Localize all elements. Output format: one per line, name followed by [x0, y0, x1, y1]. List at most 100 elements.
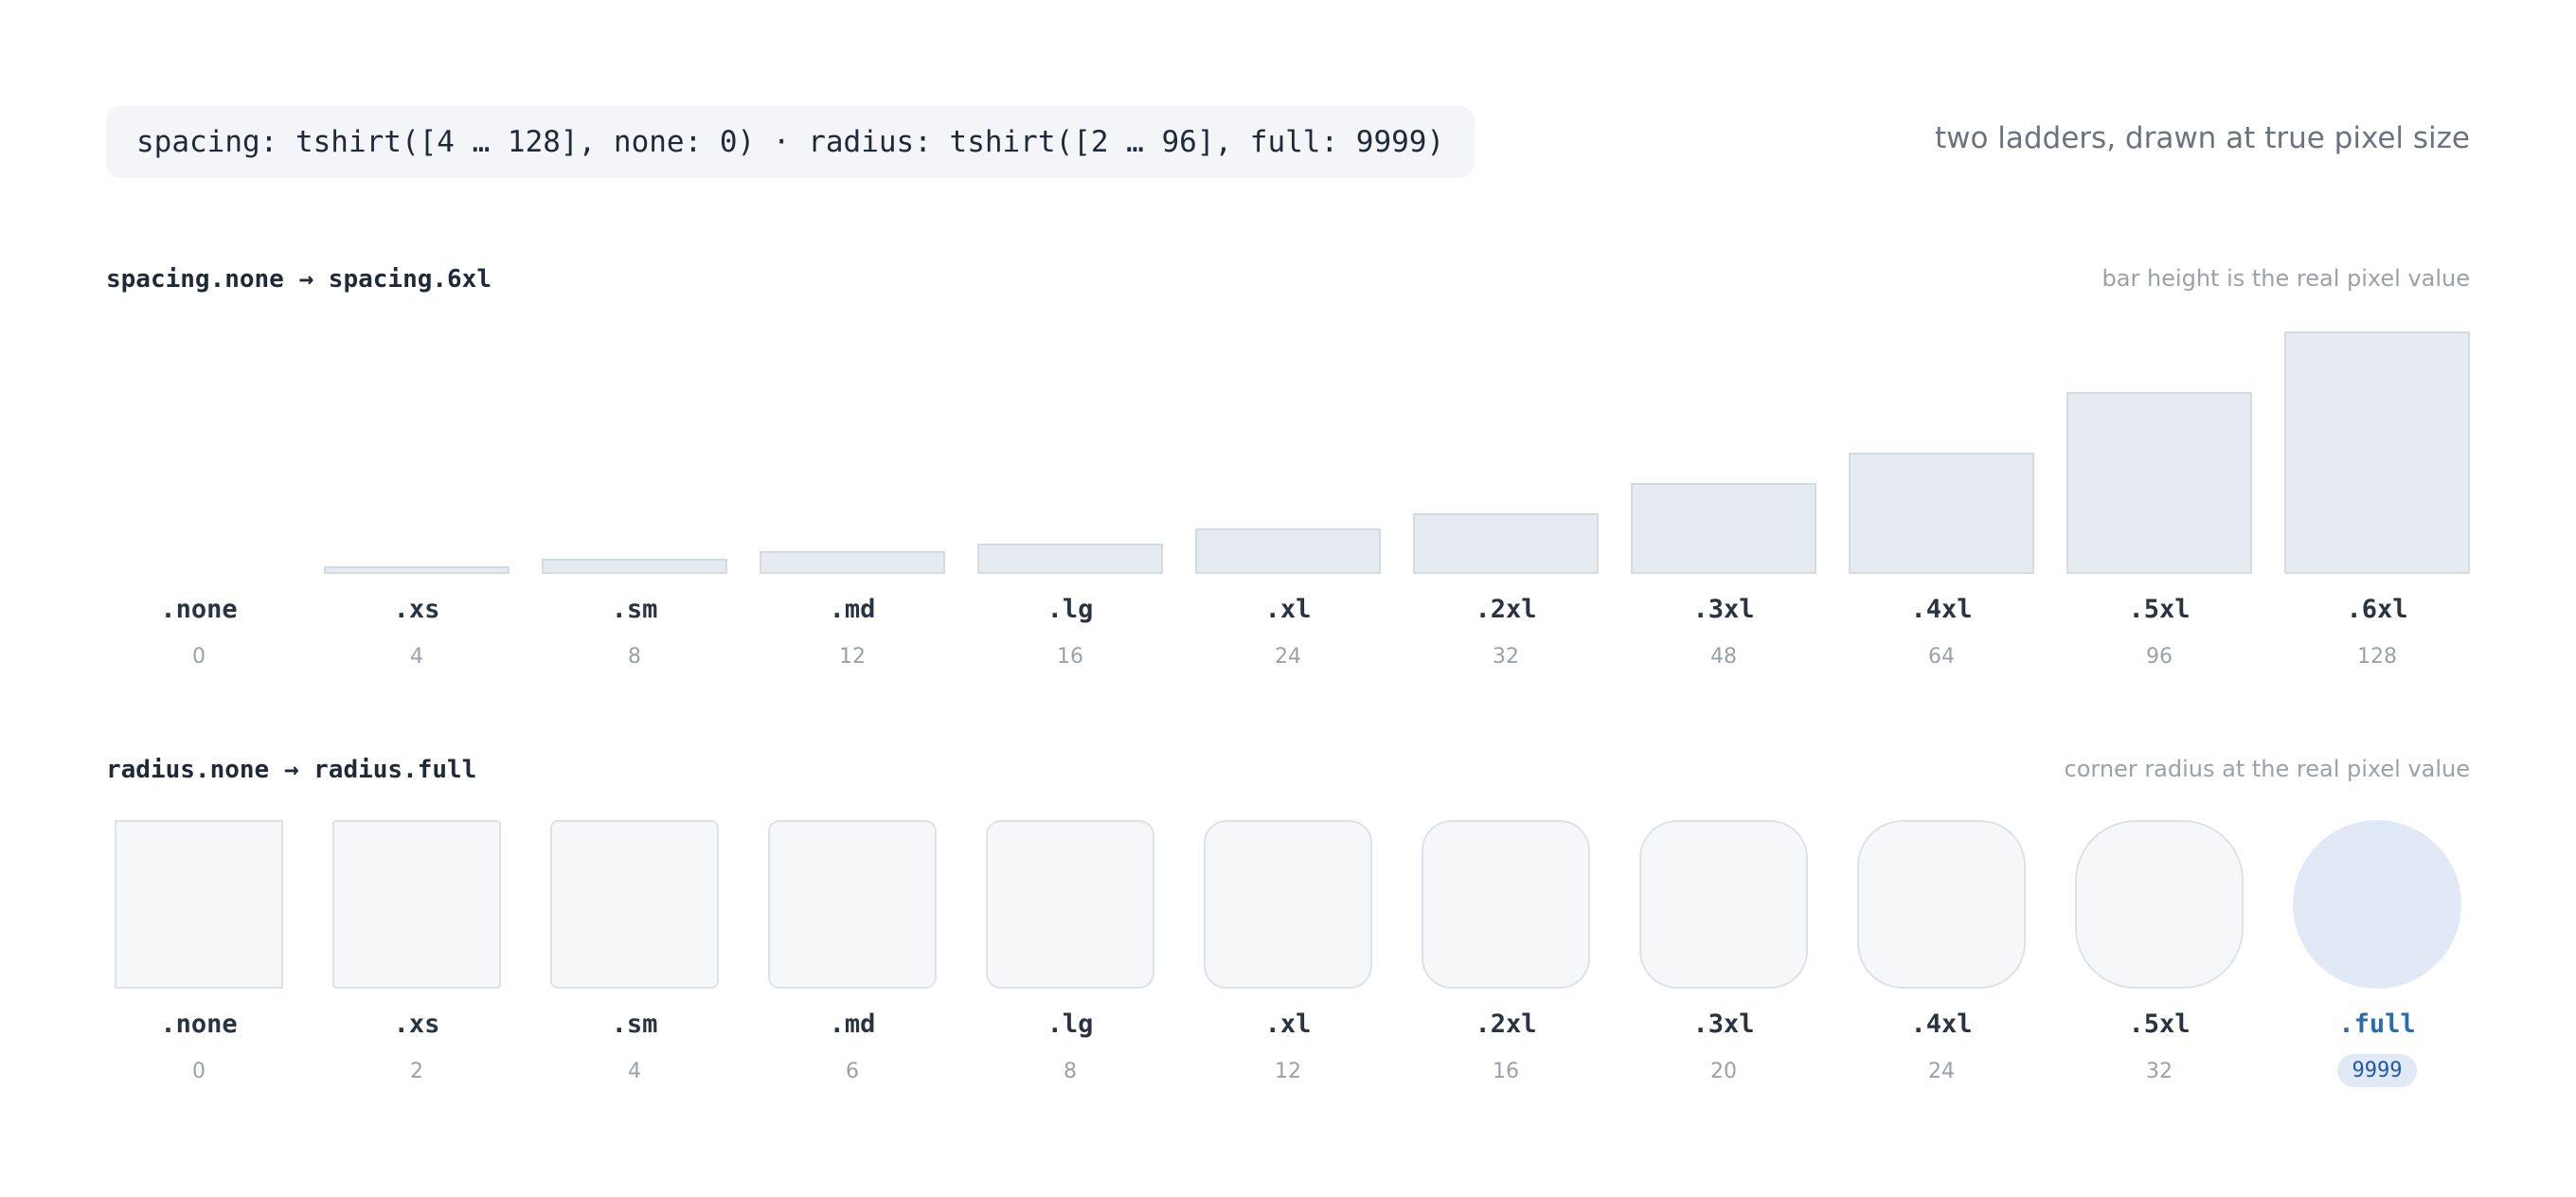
radius-value-label: 24	[1928, 1060, 1955, 1083]
spacing-column	[106, 284, 292, 574]
spacing-column	[1413, 284, 1599, 574]
radius-swatch	[986, 820, 1154, 989]
radius-value-label: 12	[1275, 1060, 1301, 1083]
spacing-label-group: .4xl 64	[1849, 595, 2034, 669]
spacing-value-label: 48	[1710, 645, 1737, 669]
spacing-token-label: .lg	[1046, 595, 1094, 624]
radius-label-group: .5xl 32	[2066, 1009, 2252, 1087]
radius-token-label: .full	[2338, 1009, 2416, 1039]
spacing-column	[760, 284, 945, 574]
radius-label-group: .sm 4	[542, 1009, 727, 1087]
spacing-bar	[760, 551, 945, 574]
spacing-label-group: .none 0	[106, 595, 292, 669]
radius-token-label: .3xl	[1692, 1009, 1755, 1039]
radius-swatch	[2075, 820, 2244, 989]
radius-swatch	[768, 820, 937, 989]
radius-label-group: .2xl 16	[1413, 1009, 1599, 1087]
radius-labels: .none 0 .xs 2 .sm 4 .md 6 .lg 8 .xl 12 .2xl 16 .3xl 20.…	[106, 1009, 2470, 1087]
radius-section-title: radius.none → radius.full	[106, 756, 477, 784]
spacing-column	[324, 284, 510, 574]
spacing-token-label: .4xl	[1910, 595, 1973, 624]
spacing-label-group: .sm 8	[542, 595, 727, 669]
radius-column	[2284, 820, 2470, 989]
spacing-token-label: .sm	[611, 595, 658, 624]
radius-swatch	[2293, 820, 2461, 989]
spacing-value-label: 4	[410, 645, 423, 669]
radius-column	[1195, 820, 1381, 989]
radius-section-note: corner radius at the real pixel value	[2064, 756, 2470, 782]
radius-swatches	[106, 820, 2470, 989]
spacing-bar	[2066, 392, 2252, 574]
spacing-column	[1849, 284, 2034, 574]
spacing-value-label: 64	[1928, 645, 1955, 669]
spacing-column	[2066, 284, 2252, 574]
spacing-token-label: .3xl	[1692, 595, 1755, 624]
radius-token-label: .sm	[611, 1009, 658, 1039]
radius-label-group: .4xl 24	[1849, 1009, 2034, 1087]
radius-column	[324, 820, 510, 989]
radius-swatch	[332, 820, 501, 989]
radius-token-label: .md	[829, 1009, 876, 1039]
spacing-bar	[1631, 483, 1816, 574]
radius-value-label: 2	[410, 1060, 423, 1083]
radius-column	[106, 820, 292, 989]
spacing-label-group: .3xl 48	[1631, 595, 1816, 669]
radius-token-label: .xl	[1264, 1009, 1312, 1039]
spacing-label-group: .2xl 32	[1413, 595, 1599, 669]
radius-label-group: .full 9999	[2284, 1009, 2470, 1087]
radius-swatch	[550, 820, 719, 989]
radius-label-group: .xl 12	[1195, 1009, 1381, 1087]
spacing-bar	[324, 566, 510, 574]
spacing-bar	[2284, 331, 2470, 574]
radius-swatch	[115, 820, 283, 989]
spacing-value-label: 12	[839, 645, 866, 669]
radius-value-label: 20	[1710, 1060, 1737, 1083]
radius-value-badge: 9999	[2336, 1054, 2418, 1087]
radius-column	[2066, 820, 2252, 989]
radius-column	[542, 820, 727, 989]
radius-token-label: .5xl	[2128, 1009, 2191, 1039]
radius-label-group: .none 0	[106, 1009, 292, 1087]
spacing-bar	[977, 544, 1163, 574]
tagline: two ladders, drawn at true pixel size	[1934, 121, 2470, 155]
spacing-value-label: 0	[192, 645, 206, 669]
radius-label-group: .lg 8	[977, 1009, 1163, 1087]
radius-token-label: .4xl	[1910, 1009, 1973, 1039]
radius-token-label: .2xl	[1475, 1009, 1537, 1039]
spacing-value-label: 8	[628, 645, 641, 669]
radius-column	[1413, 820, 1599, 989]
spacing-column	[2284, 284, 2470, 574]
radius-column	[760, 820, 945, 989]
radius-column	[977, 820, 1163, 989]
radius-value-label: 6	[846, 1060, 859, 1083]
spacing-label-group: .xs 4	[324, 595, 510, 669]
radius-swatch	[1204, 820, 1372, 989]
spacing-token-label: .5xl	[2128, 595, 2191, 624]
radius-value-label: 8	[1064, 1060, 1077, 1083]
spacing-token-label: .none	[160, 595, 238, 624]
spacing-column	[1631, 284, 1816, 574]
spacing-token-label: .md	[829, 595, 876, 624]
spacing-token-label: .xs	[393, 595, 440, 624]
spacing-bar	[1413, 513, 1599, 574]
radius-swatch	[1422, 820, 1590, 989]
radius-column	[1849, 820, 2034, 989]
radius-swatch	[1639, 820, 1808, 989]
spacing-label-group: .lg 16	[977, 595, 1163, 669]
radius-swatch	[1857, 820, 2026, 989]
spacing-value-label: 96	[2146, 645, 2173, 669]
spacing-label-group: .xl 24	[1195, 595, 1381, 669]
spacing-bar	[542, 559, 727, 574]
radius-token-label: .xs	[393, 1009, 440, 1039]
spacing-token-label: .6xl	[2346, 595, 2408, 624]
spacing-bar	[1849, 453, 2034, 574]
spacing-token-label: .2xl	[1475, 595, 1537, 624]
radius-label-group: .xs 2	[324, 1009, 510, 1087]
radius-label-group: .3xl 20	[1631, 1009, 1816, 1087]
radius-token-label: .none	[160, 1009, 238, 1039]
radius-column	[1631, 820, 1816, 989]
spacing-column	[542, 284, 727, 574]
spacing-value-label: 24	[1275, 645, 1301, 669]
spacing-label-group: .6xl 128	[2284, 595, 2470, 669]
spacing-column	[977, 284, 1163, 574]
